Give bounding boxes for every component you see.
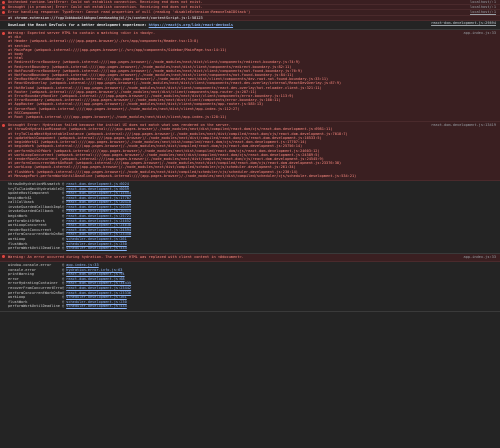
error-icon	[2, 10, 5, 14]
error-icon	[2, 31, 5, 35]
devtools-link[interactable]: https://reactjs.org/link/react-devtools	[149, 23, 233, 27]
warning-block-hydration-error: Warning: An error occurred during hydrat…	[0, 253, 500, 263]
source-link[interactable]: localhost/:1	[470, 0, 496, 4]
warning-block-server-html: Warning: Expected server HTML to contain…	[0, 30, 500, 123]
error-message: Error handling response: TypeError: Cann…	[8, 10, 251, 15]
stack-frame-row[interactable]: performWorkUntilDeadline @ scheduler.devel…	[0, 304, 500, 309]
frame-source-link[interactable]: scheduler.development.js:534	[66, 304, 127, 309]
error-message: Unchecked runtime.lastError: Could not e…	[8, 0, 203, 4]
source-link[interactable]: app-index.js:33	[464, 31, 496, 35]
warning-message: Uncaught Error: Hydration failed because…	[8, 123, 231, 128]
warning-message: Warning: Expected server HTML to contain…	[8, 31, 156, 36]
error-icon	[2, 255, 5, 259]
at-symbol: @	[62, 304, 65, 309]
stack-frame-row[interactable]: performWorkUntilDeadline @ scheduler.devel…	[0, 246, 500, 251]
stack-trace-line[interactable]: at Root (webpack-internal:///(app-pages-…	[0, 115, 500, 119]
frame-function-name: performWorkUntilDeadline	[8, 246, 60, 251]
warning-header[interactable]: Warning: Expected server HTML to contain…	[0, 31, 500, 35]
warning-header[interactable]: Uncaught Error: Hydration failed because…	[0, 123, 500, 127]
frame-source-link[interactable]: scheduler.development.js:534	[66, 246, 127, 251]
devtools-console: Unchecked runtime.lastError: Could not e…	[0, 0, 500, 448]
notice-text: Download the React DevTools for a better…	[8, 22, 147, 27]
source-link[interactable]: react-dom.development.js:29894	[431, 21, 496, 25]
call-stack-table: window.console.error @ app-index.js:33 cons…	[0, 262, 500, 312]
devtools-notice: Download the React DevTools for a better…	[0, 20, 500, 31]
error-icon	[2, 5, 5, 9]
error-message[interactable]: at chrome-extension://fcgplbbkbodalkbhgm…	[8, 16, 203, 20]
error-message: Uncaught (in promise) Error: Could not e…	[8, 5, 203, 10]
source-link[interactable]: localhost/:1	[470, 10, 496, 14]
source-link[interactable]: app-index.js:33	[464, 255, 496, 259]
warning-header[interactable]: Warning: An error occurred during hydrat…	[0, 255, 500, 259]
warning-block-hydration-failed: Uncaught Error: Hydration failed because…	[0, 122, 500, 181]
stack-trace-line[interactable]: at MessagePort.performWorkUntilDeadline …	[0, 174, 500, 178]
stack-trace-lines: at div at Header (webpack-internal:///(ap…	[0, 35, 500, 119]
source-link[interactable]: localhost/:1	[470, 5, 496, 9]
stack-trace-lines: at throwOnHydrationMismatch (webpack-int…	[0, 127, 500, 177]
warning-message: Warning: An error occurred during hydrat…	[8, 254, 244, 259]
error-icon	[2, 0, 5, 4]
call-stack-table: throwOnHydrationMismatch @ react-dom.devel…	[0, 180, 500, 254]
error-icon	[2, 123, 5, 127]
source-link[interactable]: react-dom.development.js:13419	[431, 123, 496, 127]
at-symbol: @	[62, 246, 65, 251]
frame-function-name: performWorkUntilDeadline	[8, 304, 60, 309]
